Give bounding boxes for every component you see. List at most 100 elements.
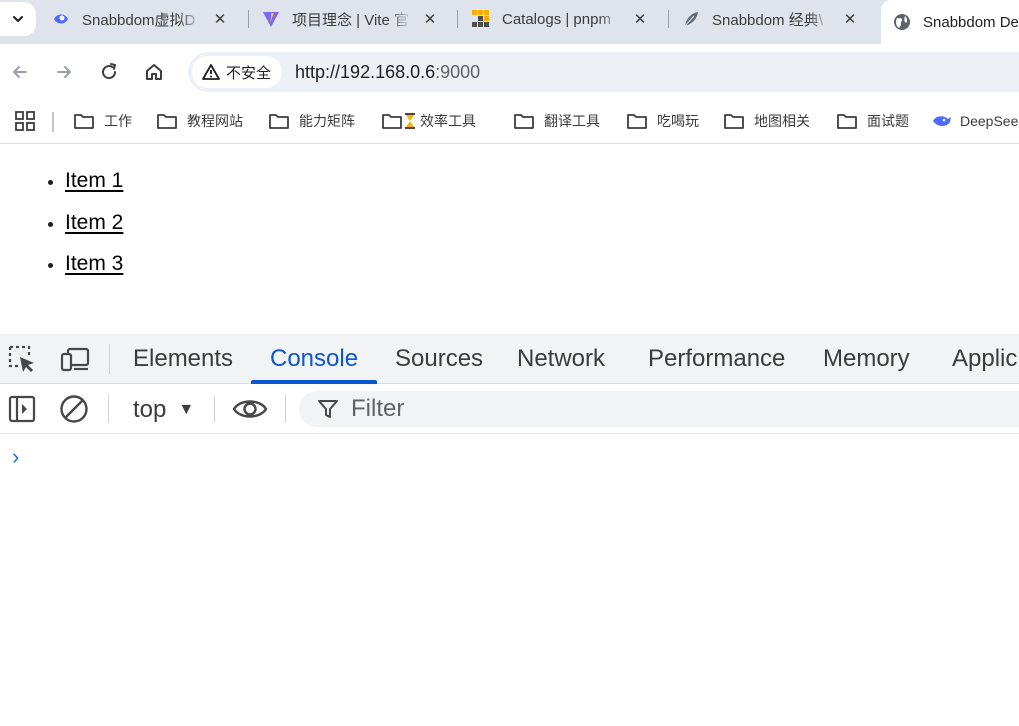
toolbar-divider [214, 395, 215, 423]
tab-snabbdom-demo-active[interactable]: Snabbdom De [881, 0, 1019, 44]
show-sidebar-button[interactable] [7, 394, 37, 424]
folder-icon [269, 112, 289, 130]
clear-console-button[interactable] [59, 394, 89, 424]
tab-snabbdom-classic[interactable]: Snabbdom 经典\ ✕ [682, 0, 858, 38]
address-bar[interactable]: 不安全 http://192.168.0.6:9000 [188, 52, 1019, 92]
url-text[interactable]: http://192.168.0.6:9000 [295, 62, 480, 83]
forward-button[interactable] [50, 58, 78, 86]
tab-snabbdom-virtual[interactable]: Snabbdom虚拟D ✕ [52, 0, 228, 38]
close-icon[interactable]: ✕ [212, 10, 228, 28]
tab-title: 项目理念 | Vite 官 [292, 11, 409, 29]
security-label: 不安全 [226, 64, 272, 82]
feather-icon [682, 10, 700, 28]
bookmark-label: 面试题 [867, 113, 909, 129]
tab-title: Snabbdom虚拟D [82, 11, 196, 29]
live-expression-button[interactable] [232, 394, 268, 424]
toolbar-divider [285, 395, 286, 423]
list-item: Item 3 [65, 250, 123, 292]
close-icon[interactable]: ✕ [422, 10, 438, 28]
item-link[interactable]: Item 3 [65, 252, 123, 275]
bookmark-label: 吃喝玩 [657, 113, 699, 129]
url-host: http://192.168.0.6 [295, 61, 436, 82]
home-icon [146, 64, 162, 80]
tab-divider [668, 10, 669, 28]
folder-icon [837, 112, 857, 130]
tab-divider [457, 10, 458, 28]
folder-icon [514, 112, 534, 130]
warning-icon [202, 64, 220, 80]
folder-icon [157, 112, 177, 130]
security-chip[interactable]: 不安全 [192, 56, 283, 88]
tab-network[interactable]: Network [517, 334, 605, 384]
eye-icon [52, 10, 70, 28]
bookmark-label: 工作 [104, 113, 132, 129]
bookmark-deepseek[interactable]: DeepSee [932, 110, 1018, 132]
console-prompt[interactable]: › [12, 444, 19, 470]
block-icon [60, 395, 88, 423]
chevron-down-icon [13, 16, 23, 22]
bookmarks-bar: 工作 教程网站 能力矩阵 效率工具 翻译工具 吃喝玩 地图相关 面试题 Deep… [0, 100, 1019, 144]
bookmark-folder-interview[interactable]: 面试题 [837, 110, 909, 132]
list-item: Item 2 [65, 209, 123, 251]
device-toolbar-button[interactable] [60, 344, 90, 374]
apps-grid-icon [15, 111, 35, 131]
back-button[interactable] [6, 58, 34, 86]
tab-divider [248, 10, 249, 28]
vite-icon [262, 10, 280, 28]
hourglass-icon [404, 113, 416, 129]
devtools-panel: Elements Console Sources Network Perform… [0, 334, 1019, 726]
item-link[interactable]: Item 2 [65, 211, 123, 234]
tab-elements[interactable]: Elements [133, 334, 233, 384]
bookmark-label: 地图相关 [754, 113, 810, 129]
reload-icon [102, 63, 117, 80]
folder-icon [74, 112, 94, 130]
tab-search-button[interactable] [0, 2, 36, 36]
tab-performance[interactable]: Performance [648, 334, 785, 384]
bookmark-label: 能力矩阵 [299, 113, 355, 129]
folder-icon [382, 112, 402, 130]
inspect-icon [8, 345, 34, 372]
apps-button[interactable] [15, 110, 35, 132]
context-value: top [133, 396, 167, 423]
item-list: Item 1 Item 2 Item 3 [65, 167, 123, 292]
home-button[interactable] [140, 58, 168, 86]
tab-application[interactable]: Applic [952, 334, 1017, 384]
sidebar-icon [8, 395, 36, 423]
bookmark-folder-tutorials[interactable]: 教程网站 [157, 110, 243, 132]
tab-pnpm[interactable]: Catalogs | pnpm ✕ [472, 0, 648, 38]
deepseek-icon [932, 112, 952, 130]
filter-input[interactable] [351, 395, 951, 423]
bookmarks-divider [52, 112, 54, 132]
bookmark-folder-food[interactable]: 吃喝玩 [627, 110, 699, 132]
bookmark-folder-maps[interactable]: 地图相关 [724, 110, 810, 132]
device-icon [60, 347, 90, 372]
folder-icon [627, 112, 647, 130]
filter-icon [317, 398, 339, 420]
toolbar-divider [108, 395, 109, 423]
browser-toolbar: 不安全 http://192.168.0.6:9000 [0, 44, 1019, 100]
bookmark-folder-work[interactable]: 工作 [74, 110, 132, 132]
console-filter[interactable] [299, 391, 1019, 427]
tab-title: Snabbdom De [923, 13, 1019, 31]
bookmark-folder-efficiency[interactable]: 效率工具 [382, 110, 476, 132]
close-icon[interactable]: ✕ [842, 10, 858, 28]
reload-button[interactable] [95, 58, 123, 86]
bookmark-label: 教程网站 [187, 113, 243, 129]
item-link[interactable]: Item 1 [65, 169, 123, 192]
caret-down-icon: ▼ [178, 401, 195, 418]
bookmark-folder-skills[interactable]: 能力矩阵 [269, 110, 355, 132]
tab-sources[interactable]: Sources [395, 334, 483, 384]
tab-title: Snabbdom 经典\ [712, 11, 823, 29]
context-selector[interactable]: top ▼ [133, 396, 194, 424]
tab-memory[interactable]: Memory [823, 334, 910, 384]
tab-vite[interactable]: 项目理念 | Vite 官 ✕ [262, 0, 438, 38]
close-icon[interactable]: ✕ [632, 10, 648, 28]
bookmark-label: DeepSee [960, 113, 1019, 129]
tab-console[interactable]: Console [270, 334, 358, 384]
bookmark-label: 翻译工具 [544, 113, 600, 129]
devtools-tab-bar: Elements Console Sources Network Perform… [0, 334, 1019, 384]
folder-icon [724, 112, 744, 130]
arrow-left-icon [13, 66, 27, 78]
inspect-element-button[interactable] [7, 344, 37, 374]
bookmark-folder-translate[interactable]: 翻译工具 [514, 110, 600, 132]
